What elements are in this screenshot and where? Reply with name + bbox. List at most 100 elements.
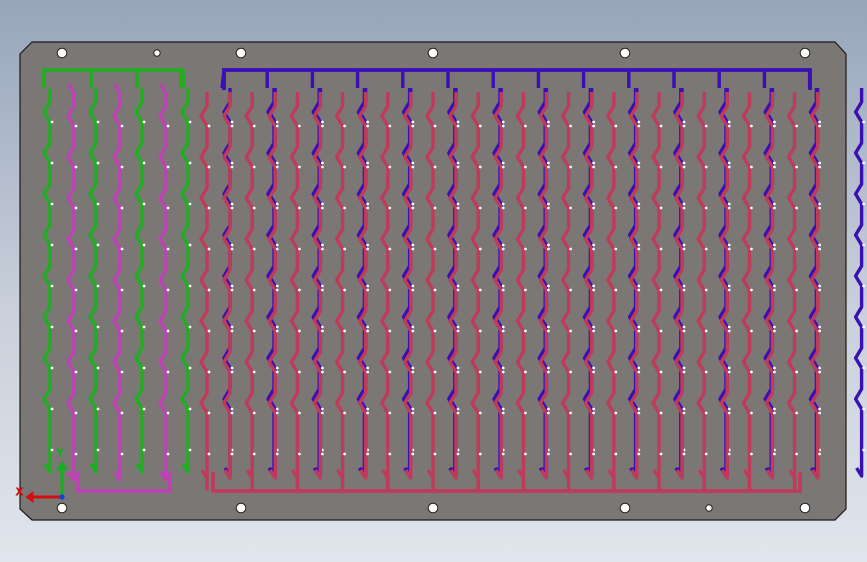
- channel-port: [547, 407, 550, 411]
- channel-port: [142, 120, 146, 124]
- channel-port: [388, 452, 392, 456]
- channel-port: [569, 206, 572, 210]
- channel-port: [569, 124, 572, 128]
- channel-port: [188, 448, 192, 452]
- channel-port: [637, 284, 641, 288]
- channel-port: [321, 247, 324, 251]
- channel-port: [750, 411, 753, 415]
- channel-port: [682, 206, 686, 210]
- channel-port: [727, 247, 731, 251]
- channel-port: [727, 411, 731, 415]
- mounting-hole: [799, 502, 811, 514]
- channel-port: [366, 206, 369, 210]
- mounting-hole: [56, 502, 68, 514]
- channel-port: [478, 247, 482, 251]
- channel-port: [433, 124, 437, 128]
- channel-port: [547, 202, 550, 206]
- channel-port: [818, 325, 821, 329]
- channel-port: [74, 452, 78, 456]
- channel-port: [411, 325, 415, 329]
- channel-port: [637, 325, 641, 329]
- channel-port: [230, 288, 234, 292]
- channel-port: [188, 407, 192, 411]
- channel-port: [321, 366, 324, 370]
- channel-port: [366, 407, 369, 411]
- channel-port: [795, 411, 798, 415]
- channel-port: [343, 329, 346, 333]
- channel-port: [773, 284, 776, 288]
- channel-port: [343, 411, 346, 415]
- channel-port: [773, 165, 776, 169]
- channel-port: [524, 206, 527, 210]
- mounting-hole: [56, 47, 68, 59]
- channel-port: [207, 370, 211, 374]
- channel-port: [818, 452, 821, 456]
- channel-port: [388, 165, 392, 169]
- channel-port: [433, 329, 437, 333]
- channel-port: [456, 288, 460, 292]
- channel-port: [659, 411, 663, 415]
- channel-port: [456, 206, 460, 210]
- channel-port: [637, 329, 641, 333]
- channel-port: [818, 284, 821, 288]
- channel-port: [592, 407, 595, 411]
- channel-port: [818, 202, 821, 206]
- channel-port: [366, 161, 369, 165]
- channel-port: [501, 243, 505, 247]
- channel-port: [773, 329, 776, 333]
- blue-header-drop: [220, 69, 226, 89]
- channel-port: [96, 366, 100, 370]
- channel-port: [704, 452, 708, 456]
- channel-port: [74, 288, 78, 292]
- channel-port: [727, 284, 731, 288]
- channel-port: [50, 120, 54, 124]
- channel-port: [411, 202, 415, 206]
- channel-port: [750, 370, 753, 374]
- channel-port: [74, 370, 78, 374]
- channel-port: [388, 206, 392, 210]
- channel-port: [230, 411, 234, 415]
- channel-port: [411, 284, 415, 288]
- channel-port: [456, 325, 460, 329]
- channel-port: [501, 329, 505, 333]
- channel-port: [252, 247, 256, 251]
- channel-port: [682, 124, 686, 128]
- channel-port: [592, 325, 595, 329]
- channel-port: [275, 243, 279, 247]
- channel-port: [614, 452, 618, 456]
- channel-port: [411, 407, 415, 411]
- channel-port: [275, 329, 279, 333]
- channel-port: [478, 329, 482, 333]
- channel-port: [120, 247, 124, 251]
- channel-port: [727, 202, 731, 206]
- channel-port: [252, 370, 256, 374]
- mounting-hole: [153, 49, 161, 57]
- channel-port: [818, 243, 821, 247]
- cad-viewport[interactable]: X Y: [0, 0, 867, 562]
- channel-port: [343, 247, 346, 251]
- z-axis-dot: [59, 494, 65, 500]
- channel-port: [74, 411, 78, 415]
- channel-port: [207, 288, 211, 292]
- channel-port: [773, 161, 776, 165]
- channel-port: [862, 325, 865, 329]
- channel-port: [366, 411, 369, 415]
- channel-port: [704, 124, 708, 128]
- channel-port: [230, 370, 234, 374]
- channel-port: [207, 452, 211, 456]
- channel-port: [818, 206, 821, 210]
- channel-port: [252, 452, 256, 456]
- channel-port: [411, 411, 415, 415]
- channel-port: [750, 329, 753, 333]
- channel-port: [501, 206, 505, 210]
- channel-port: [456, 407, 460, 411]
- channel-port: [411, 366, 415, 370]
- channel-port: [343, 370, 346, 374]
- channel-port: [727, 206, 731, 210]
- channel-port: [501, 452, 505, 456]
- channel-port: [478, 370, 482, 374]
- channel-port: [795, 288, 798, 292]
- channel-port: [614, 329, 618, 333]
- channel-port: [411, 329, 415, 333]
- channel-port: [704, 288, 708, 292]
